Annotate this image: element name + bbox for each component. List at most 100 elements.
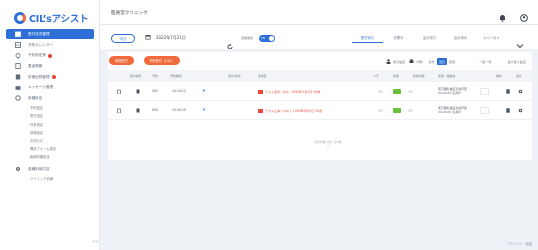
pagination-page[interactable]: 1 <box>327 144 329 148</box>
sidebar-item-messages[interactable]: メッセージ管理 <box>0 82 100 93</box>
operation-box[interactable] <box>480 107 489 114</box>
sidebar-item-label: 予約カレンダー <box>28 42 54 47</box>
status-badge[interactable] <box>393 108 401 113</box>
trash-icon[interactable] <box>117 89 121 95</box>
tab-cancel[interactable]: キャンセル <box>476 35 507 43</box>
sidebar-item-label: 予約設定等 <box>28 53 46 58</box>
segment-all[interactable]: 全件 <box>427 58 437 65</box>
sidebar-subitem-label: 受付設定 <box>30 114 44 119</box>
table-row[interactable]: 003 10:34:15 P テスト山本（ﾔﾏﾓﾄ）1990年5月5日 32歳 … <box>108 101 532 120</box>
column-header: 患者名 <box>258 74 267 78</box>
sidebar-item-reservation[interactable]: 予約設定等 <box>0 51 100 62</box>
table-header: 受付番号 予約 予約時間 受付/呼出 患者名 メモ 状態 診療内容 住所・連絡先… <box>108 70 532 82</box>
column-header: 操作 <box>496 74 502 78</box>
sidebar-item-usage[interactable]: 各種利用内容 <box>0 164 100 175</box>
table-row[interactable]: 002 10:14:12 P テスト田中（ﾀﾅｶ）1995年1月1日 26歳 東… <box>108 82 532 101</box>
trash-icon[interactable] <box>117 108 121 114</box>
operation-box[interactable] <box>480 88 489 95</box>
logo-text: CIL’sアシスト <box>29 14 89 25</box>
column-header: 診療内容 <box>413 74 425 78</box>
new-checkin-button[interactable]: 新規受付 <box>109 56 134 65</box>
sidebar-subitem-label: クリニック情報 <box>30 177 54 182</box>
address-line2: XX-XX-XX 高井戸 <box>438 110 461 114</box>
patient-name[interactable]: テスト田中（ﾀﾅｶ）1995年1月1日 26歳 <box>258 89 320 94</box>
notification-badge <box>47 53 52 58</box>
bulk-list-link[interactable]: 一括一覧 <box>479 59 491 64</box>
pagination: 表示件数 2件 / 全2件 1 <box>288 140 368 148</box>
action-row: 新規受付 予約受付（CSV） 表示設定 印刷 全件 当日 来院 一括一覧 並び替… <box>108 52 532 70</box>
sidebar-item-calendar[interactable]: 予約カレンダー <box>0 40 100 51</box>
patient-name[interactable]: テスト山本（ﾔﾏﾓﾄ）1990年5月5日 32歳 <box>258 108 322 113</box>
status-tabs: 受付待ち 診察中 会計待ち 会計済み キャンセル <box>352 35 507 43</box>
auto-update-toggle[interactable]: ON <box>259 35 275 42</box>
sidebar-item-patients[interactable]: 患者情報 <box>0 61 100 72</box>
tab-waiting[interactable]: 受付待ち <box>352 35 383 43</box>
sidebar-item-label: メッセージ管理 <box>28 85 54 90</box>
document-icon[interactable] <box>506 108 510 114</box>
sort-settings-link[interactable]: 並び替え設定 <box>507 59 526 64</box>
reception-panel: 新規受付 予約受付（CSV） 表示設定 印刷 全件 当日 来院 一括一覧 並び替… <box>108 52 532 160</box>
sidebar-subitem-label: 予約設定 <box>30 106 44 111</box>
reception-number: 003 <box>152 108 158 112</box>
column-header: メモ <box>373 74 379 78</box>
date-picker[interactable]: 2022年7月21日 <box>145 34 186 41</box>
segment-today[interactable]: 当日 <box>436 58 447 65</box>
sidebar-item-records[interactable]: 診療記録管理 <box>0 72 100 83</box>
mail-icon <box>15 85 21 91</box>
segment-visited[interactable]: 来院 <box>447 58 457 65</box>
patient-icon <box>258 109 263 113</box>
sidebar-collapse-button[interactable]: << <box>92 239 99 244</box>
footer-privacy-link[interactable]: プライバシー保護 <box>507 241 532 246</box>
sidebar-subitem[interactable]: お知らせ <box>0 136 100 144</box>
sidebar-subitem[interactable]: 医師情報設定 <box>0 153 100 161</box>
bell-icon[interactable] <box>499 7 506 26</box>
print-button[interactable]: 印刷 <box>409 58 423 65</box>
gear-icon[interactable] <box>518 108 523 114</box>
gear-icon <box>15 95 21 101</box>
column-header: 会計 <box>516 74 522 78</box>
sidebar-subitem[interactable]: 受付設定 <box>0 112 100 120</box>
sidebar-item-settings[interactable]: 各種設定 <box>0 93 100 104</box>
call-mark[interactable]: P <box>203 89 205 93</box>
document-icon[interactable] <box>506 89 510 95</box>
sidebar-item-label: 各種利用内容 <box>28 166 50 171</box>
user-icon[interactable] <box>520 7 528 26</box>
sidebar-subitem[interactable]: 診療設定 <box>0 128 100 136</box>
column-header: 状態 <box>393 74 399 78</box>
toggle-knob <box>269 36 274 41</box>
address-line2: XX-XX-XX 高井戸 <box>438 91 461 95</box>
sidebar-item-clinic-info[interactable]: クリニック情報 <box>0 174 100 182</box>
content-indicator <box>408 109 413 112</box>
reserve-checkin-button[interactable]: 予約受付（CSV） <box>144 56 180 65</box>
status-badge[interactable] <box>393 89 401 94</box>
sidebar-item-label: 各種設定 <box>28 95 43 100</box>
today-button[interactable]: 今日 <box>111 34 135 43</box>
date-value: 2022年7月21日 <box>156 34 186 40</box>
logo[interactable]: CIL’sアシスト <box>14 11 89 25</box>
reception-number: 002 <box>152 89 158 93</box>
patient-icon <box>258 90 263 94</box>
column-header: 予約時間 <box>170 74 182 78</box>
tab-paid[interactable]: 会計済み <box>445 35 476 43</box>
person-icon <box>386 58 391 65</box>
call-mark[interactable]: P <box>203 108 205 112</box>
gear-icon[interactable] <box>518 89 523 95</box>
address-cell: 東京都杉並区高井戸東 XX-XX-XX 高井戸 <box>438 106 467 114</box>
sidebar-item-reception[interactable]: 受付状況管理 <box>6 29 94 39</box>
notification-badge <box>51 75 56 80</box>
tab-in-consultation[interactable]: 診察中 <box>383 35 414 43</box>
printer-icon <box>409 58 414 65</box>
display-settings-button[interactable]: 表示設定 <box>386 58 405 65</box>
content-indicator <box>408 90 413 93</box>
sidebar-subitem[interactable]: 予約設定 <box>0 104 100 112</box>
sidebar-item-label: 受付状況管理 <box>28 31 50 36</box>
tab-payment-waiting[interactable]: 会計待ち <box>414 35 445 43</box>
sidebar-item-label: 患者情報 <box>28 63 43 68</box>
sidebar-subitem[interactable]: 問診フォーム設定 <box>0 145 100 153</box>
phone-icon <box>136 89 140 95</box>
calendar-icon <box>15 31 21 37</box>
auto-update-label: 自動更新 <box>241 36 254 40</box>
sidebar-subitem[interactable]: 外来設定 <box>0 120 100 128</box>
header-icons <box>499 7 528 26</box>
phone-icon <box>136 108 140 114</box>
